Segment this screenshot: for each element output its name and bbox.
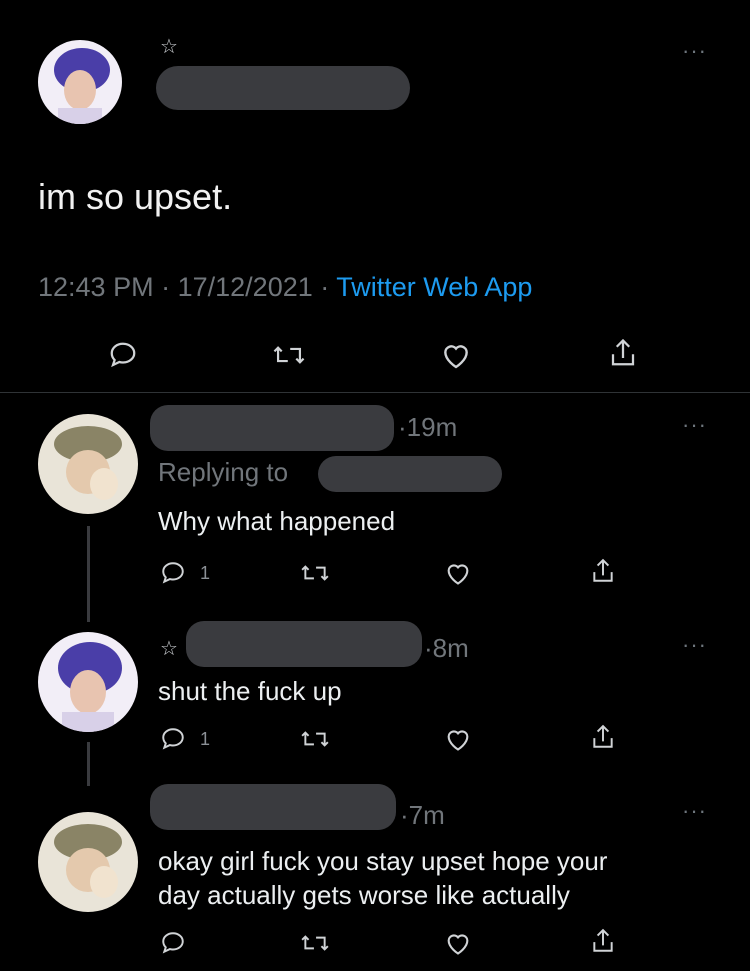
reply2-avatar[interactable] [38,632,138,732]
reply2-text: shut the fuck up [158,676,342,706]
more-options-icon[interactable]: ··· [682,800,707,822]
reply2-author-redacted [186,621,422,667]
reply3-avatar[interactable] [38,812,138,912]
like-icon[interactable] [444,560,472,586]
retweet-icon[interactable] [300,930,330,956]
tweet-date: 17/12/2021 [177,272,313,302]
retweet-icon[interactable] [300,560,330,586]
divider [0,392,750,393]
reply1-text: Why what happened [158,506,396,536]
thread-line [87,526,90,622]
main-author-name-redacted [156,66,410,110]
meta-separator: · [320,272,330,302]
more-options-icon[interactable]: ··· [682,40,707,62]
main-tweet-text: im so upset. [38,176,233,217]
star-icon: ☆ [160,638,178,660]
reply3-author-redacted [150,784,396,830]
reply-icon[interactable] [160,726,186,752]
replying-to-handle-redacted[interactable] [318,456,502,492]
share-icon[interactable] [608,336,638,370]
reply-count: 1 [200,729,211,749]
reply-icon[interactable] [108,340,138,370]
meta-separator: · [161,272,171,302]
reply3-text: okay girl fuck you stay upset hope your … [158,844,718,912]
retweet-icon[interactable] [300,726,330,752]
reply3-text-line2: day actually gets worse like actually [158,880,570,910]
main-tweet-meta: 12:43 PM · 17/12/2021 · Twitter Web App [38,272,532,303]
like-icon[interactable] [444,726,472,752]
reply1-avatar[interactable] [38,414,138,514]
more-options-icon[interactable]: ··· [682,634,707,656]
share-icon[interactable] [590,926,616,956]
reply1-time: ·19m [398,412,458,442]
share-icon[interactable] [590,556,616,586]
reply2-time: ·8m [424,633,469,663]
like-icon[interactable] [444,930,472,956]
reply1-author-redacted [150,405,394,451]
share-icon[interactable] [590,722,616,752]
tweet-time: 12:43 PM [38,272,154,302]
main-author-avatar[interactable] [38,40,122,124]
thread-line [87,742,90,786]
like-icon[interactable] [440,340,472,370]
replying-to-label: Replying to [158,457,289,487]
tweet-source-link[interactable]: Twitter Web App [336,272,532,302]
retweet-icon[interactable] [272,340,306,370]
reply3-time: ·7m [400,800,445,830]
reply-icon[interactable] [160,560,186,586]
reply-icon[interactable] [160,930,186,956]
star-icon: ☆ [160,36,178,58]
more-options-icon[interactable]: ··· [682,414,707,436]
reply3-text-line1: okay girl fuck you stay upset hope your [158,846,608,876]
reply-count: 1 [200,563,211,583]
